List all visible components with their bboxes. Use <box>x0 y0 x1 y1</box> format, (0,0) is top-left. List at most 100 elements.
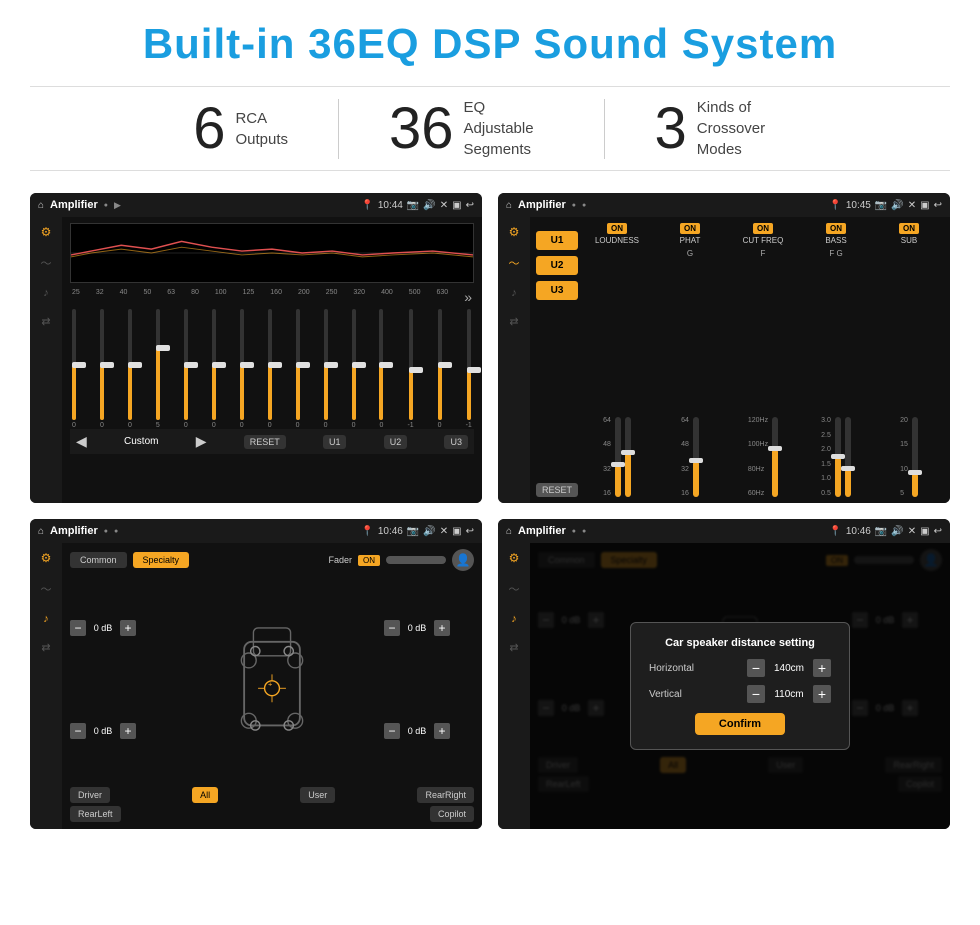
rr-minus[interactable]: − <box>384 723 400 739</box>
fader-on[interactable]: ON <box>358 555 380 566</box>
volume-icon[interactable]: 🔊 <box>423 200 435 211</box>
eq-slider-4[interactable]: 5 <box>156 309 160 429</box>
rearleft-btn[interactable]: RearLeft <box>70 806 121 822</box>
phat-slider[interactable] <box>693 417 699 497</box>
vertical-plus-btn[interactable]: + <box>813 685 831 703</box>
home4-icon[interactable]: ⌂ <box>506 526 512 537</box>
eq-slider-7[interactable]: 0 <box>240 309 244 429</box>
bass-on[interactable]: ON <box>826 223 846 234</box>
rl-plus[interactable]: + <box>120 723 136 739</box>
camera4-icon[interactable]: 📷 <box>875 526 887 537</box>
back-icon[interactable]: ↩ <box>466 200 474 211</box>
eq-reset-btn[interactable]: RESET <box>244 435 286 449</box>
eq-slider-10[interactable]: 0 <box>324 309 328 429</box>
crossover-reset-btn[interactable]: RESET <box>536 483 578 497</box>
wave-icon[interactable]: 〜 <box>41 255 52 271</box>
volume2-icon[interactable]: 🔊 <box>891 200 903 211</box>
speaker-sidebar-icon[interactable]: ♪ <box>43 287 49 299</box>
driver-btn[interactable]: Driver <box>70 787 110 803</box>
window2-icon[interactable]: ▣ <box>920 200 929 211</box>
close2-icon[interactable]: ✕ <box>908 200 916 211</box>
rearright-btn[interactable]: RearRight <box>417 787 474 803</box>
loudness-on[interactable]: ON <box>607 223 627 234</box>
volume4-icon[interactable]: 🔊 <box>891 526 903 537</box>
loudness-slider[interactable] <box>615 417 621 497</box>
back3-icon[interactable]: ↩ <box>466 526 474 537</box>
all-btn[interactable]: All <box>192 787 218 803</box>
u2-btn[interactable]: U2 <box>536 256 578 275</box>
cutfreq-on[interactable]: ON <box>753 223 773 234</box>
eq-prev-btn[interactable]: ◀ <box>76 433 87 450</box>
eq4-icon[interactable]: ⚙ <box>509 551 520 565</box>
home3-icon[interactable]: ⌂ <box>38 526 44 537</box>
speaker2-icon[interactable]: ♪ <box>511 287 517 299</box>
bass-slider1[interactable] <box>835 417 841 497</box>
confirm-button[interactable]: Confirm <box>695 713 785 735</box>
rr-plus[interactable]: + <box>434 723 450 739</box>
window4-icon[interactable]: ▣ <box>920 526 929 537</box>
arrows2-icon[interactable]: ⇄ <box>509 315 518 328</box>
fr-minus[interactable]: − <box>384 620 400 636</box>
bass-slider2[interactable] <box>845 417 851 497</box>
fl-minus[interactable]: − <box>70 620 86 636</box>
profile-icon-3[interactable]: 👤 <box>452 549 474 571</box>
close3-icon[interactable]: ✕ <box>440 526 448 537</box>
sub-slider[interactable] <box>912 417 918 497</box>
arrows4-icon[interactable]: ⇄ <box>509 641 518 654</box>
vertical-minus-btn[interactable]: − <box>747 685 765 703</box>
eq-slider-3[interactable]: 0 <box>128 309 132 429</box>
eq-slider-11[interactable]: 0 <box>352 309 356 429</box>
eq-u3-btn[interactable]: U3 <box>444 435 468 449</box>
wave4-icon[interactable]: 〜 <box>509 581 520 597</box>
fader-slider[interactable] <box>386 556 446 564</box>
tab-common-3[interactable]: Common <box>70 552 127 568</box>
u3-btn[interactable]: U3 <box>536 281 578 300</box>
eq-icon-active[interactable]: ⚙ <box>41 225 52 239</box>
volume3-icon[interactable]: 🔊 <box>423 526 435 537</box>
speaker4-icon[interactable]: ♪ <box>511 613 517 625</box>
sub-on[interactable]: ON <box>899 223 919 234</box>
arrows-icon[interactable]: ⇄ <box>41 315 50 328</box>
arrows3-icon[interactable]: ⇄ <box>41 641 50 654</box>
tab-specialty-3[interactable]: Specialty <box>133 552 190 568</box>
copilot-btn[interactable]: Copilot <box>430 806 474 822</box>
wave3-icon[interactable]: 〜 <box>41 581 52 597</box>
close4-icon[interactable]: ✕ <box>908 526 916 537</box>
eq-slider-8[interactable]: 0 <box>268 309 272 429</box>
fr-plus[interactable]: + <box>434 620 450 636</box>
eq-slider-9[interactable]: 0 <box>296 309 300 429</box>
camera2-icon[interactable]: 📷 <box>875 200 887 211</box>
window3-icon[interactable]: ▣ <box>452 526 461 537</box>
speaker3-icon[interactable]: ♪ <box>43 613 49 625</box>
wave2-icon[interactable]: 〜 <box>509 255 520 271</box>
loudness-slider2[interactable] <box>625 417 631 497</box>
eq-u2-btn[interactable]: U2 <box>384 435 408 449</box>
fl-plus[interactable]: + <box>120 620 136 636</box>
camera3-icon[interactable]: 📷 <box>407 526 419 537</box>
eq-slider-14[interactable]: 0 <box>438 309 442 429</box>
eq-slider-1[interactable]: 0 <box>72 309 76 429</box>
phat-on[interactable]: ON <box>680 223 700 234</box>
eq-slider-5[interactable]: 0 <box>184 309 188 429</box>
horizontal-minus-btn[interactable]: − <box>747 659 765 677</box>
eq3-icon[interactable]: ⚙ <box>41 551 52 565</box>
home-icon[interactable]: ⌂ <box>38 200 44 211</box>
window-icon[interactable]: ▣ <box>452 200 461 211</box>
eq-slider-15[interactable]: -1 <box>466 309 472 429</box>
back4-icon[interactable]: ↩ <box>934 526 942 537</box>
eq-next-btn[interactable]: ▶ <box>196 433 207 450</box>
close-icon[interactable]: ✕ <box>440 200 448 211</box>
eq-slider-12[interactable]: 0 <box>379 309 383 429</box>
eq-slider-2[interactable]: 0 <box>100 309 104 429</box>
user-btn[interactable]: User <box>300 787 335 803</box>
eq-u1-btn[interactable]: U1 <box>323 435 347 449</box>
u1-btn[interactable]: U1 <box>536 231 578 250</box>
eq-slider-13[interactable]: -1 <box>407 309 413 429</box>
home-icon-2[interactable]: ⌂ <box>506 200 512 211</box>
play-icon[interactable]: ▶ <box>114 200 121 211</box>
rl-minus[interactable]: − <box>70 723 86 739</box>
eq2-icon[interactable]: ⚙ <box>509 225 520 239</box>
horizontal-plus-btn[interactable]: + <box>813 659 831 677</box>
more-icon[interactable]: » <box>464 289 472 305</box>
cutfreq-slider[interactable] <box>772 417 778 497</box>
